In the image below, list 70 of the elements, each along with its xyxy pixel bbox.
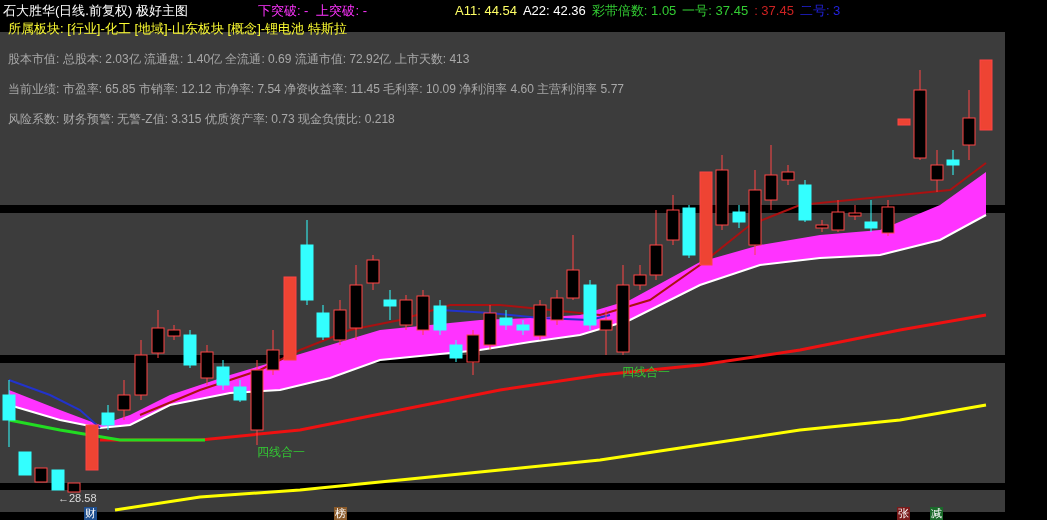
indicator-value: 二号: 3: [799, 3, 841, 17]
candlestick: [946, 149, 960, 176]
candlestick: [2, 379, 16, 448]
candlestick: [18, 451, 32, 476]
info-text: 风险系数: 财务预警: 无警-Z值: 3.315 优质资产率: 0.73 现金负债比: 0.218: [8, 112, 396, 126]
candlestick: [633, 264, 647, 291]
event-marker[interactable]: 张: [897, 507, 910, 520]
candlestick: [151, 309, 165, 359]
candlestick: [815, 219, 829, 233]
candlestick: [449, 339, 463, 363]
candlestick: [583, 279, 597, 331]
candlestick: [466, 329, 480, 376]
indicator-value: A11: 44.54: [455, 3, 517, 17]
candlestick: [51, 469, 65, 491]
event-marker[interactable]: 减: [930, 507, 943, 520]
candlestick: [781, 164, 795, 186]
candlestick: [483, 304, 497, 351]
candlestick: [383, 289, 397, 321]
candlestick: [333, 299, 347, 346]
candlestick: [533, 299, 547, 341]
indicator-value: 一号: 37.45: [682, 3, 749, 17]
candlestick: [930, 149, 944, 193]
candlestick: [962, 89, 976, 161]
candlestick: [666, 194, 680, 246]
candlestick: [101, 404, 115, 431]
low-price-label: ←28.58: [58, 493, 97, 504]
candlestick: [550, 289, 564, 326]
breakout-indicator: 上突破: -: [316, 3, 367, 17]
candlestick: [798, 179, 812, 223]
event-marker[interactable]: 榜: [334, 507, 347, 520]
candlestick: [897, 118, 911, 126]
candlestick: [200, 344, 214, 386]
candlestick: [167, 324, 181, 341]
candlestick: [266, 329, 280, 376]
candlestick: [979, 59, 993, 131]
indicator-value: A22: 42.36: [522, 3, 586, 17]
candlestick: [848, 204, 862, 221]
info-text: 当前业绩: 市盈率: 65.85 市销率: 12.12 市净率: 7.54 净资收益率: 11.45 毛利率: 10.09 净利润率 4.60 主营利润率 5.77: [8, 82, 624, 96]
event-marker[interactable]: 财: [84, 507, 97, 520]
candlestick: [233, 379, 247, 403]
candlestick: [85, 424, 99, 471]
candlestick: [134, 339, 148, 401]
candlestick: [499, 309, 513, 331]
candlestick: [67, 482, 81, 493]
info-text: 股本市值: 总股本: 2.03亿 流通盘: 1.40亿 全流通: 0.69 流通市值: 72.92亿 上市天数: 413: [8, 52, 471, 66]
candlestick: [433, 299, 447, 336]
indicator-value: 彩带倍数: 1.05: [591, 3, 677, 17]
candlestick: [366, 254, 380, 291]
candlestick: [34, 467, 48, 483]
candlestick: [831, 199, 845, 233]
candlestick: [416, 289, 430, 336]
candlestick: [216, 359, 230, 391]
candlestick: [117, 379, 131, 421]
chart-annotation: 四线合一: [257, 446, 305, 458]
candlestick: [316, 304, 330, 341]
candlestick: [566, 234, 580, 301]
candlestick: [516, 319, 530, 336]
sector-text: 所属板块: [行业]-化工 [地域]-山东板块 [概念]-锂电池 特斯拉: [8, 22, 347, 35]
breakout-indicator: 下突破: -: [257, 3, 309, 17]
chart-title: 石大胜华(日线.前复权) 极好主图: [3, 3, 188, 17]
candlestick: [599, 309, 613, 356]
candlestick: [649, 209, 663, 281]
candlestick: [183, 329, 197, 369]
candlestick: [732, 204, 746, 229]
candlestick: [864, 199, 878, 233]
candlestick: [399, 294, 413, 331]
candlestick: [682, 204, 696, 259]
candlestick: [881, 199, 895, 237]
candlestick: [764, 144, 778, 211]
indicator-value: : 37.45: [754, 3, 794, 17]
